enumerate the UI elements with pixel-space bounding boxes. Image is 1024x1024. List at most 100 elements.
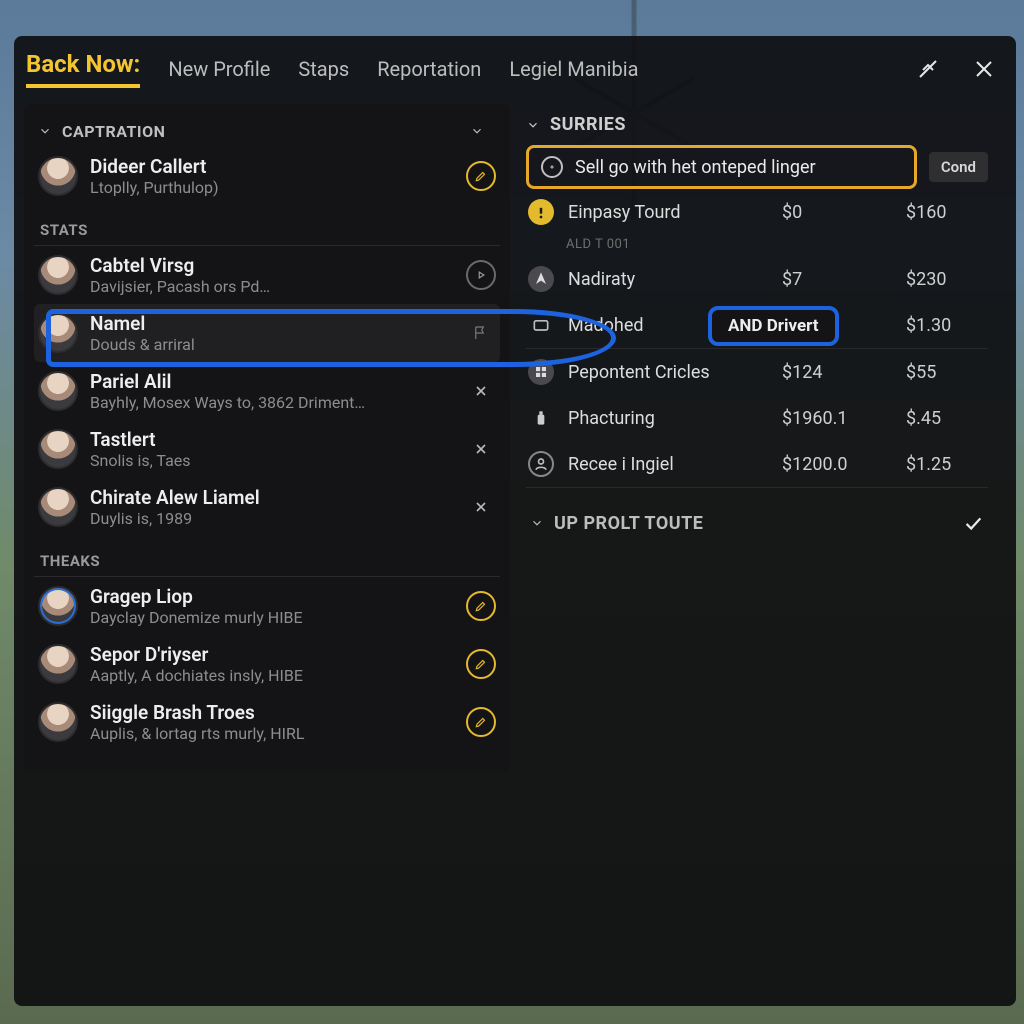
tab-reportation[interactable]: Reportation (377, 57, 481, 81)
section-up-prolt[interactable]: UP PROLT TOUTE (526, 488, 988, 558)
person-row[interactable]: Pariel Alil Bayhly, Mosex Ways to, 3862 … (34, 362, 500, 420)
person-name: Cabtel Virsg (90, 254, 454, 277)
cond-button[interactable]: Cond (929, 152, 988, 182)
user-icon (528, 451, 554, 477)
row-val-a: $1960.1 (782, 408, 892, 429)
person-featured[interactable]: Dideer Callert Ltoplly, Purthulop) (34, 147, 500, 205)
person-row[interactable]: Sepor D'riyser Aaptly, A dochiates insly… (34, 635, 500, 693)
card-icon (528, 312, 554, 338)
stat-row[interactable]: Nadiraty $7 $230 (526, 256, 988, 302)
row-val-b: $1.30 (906, 315, 986, 336)
play-icon[interactable] (466, 260, 496, 290)
chevron-down-icon (526, 116, 544, 134)
avatar (38, 702, 78, 742)
avatar (38, 255, 78, 295)
person-sub: Auplis, & lortag rts murly, HIRL (90, 724, 454, 743)
person-name: Dideer Callert (90, 155, 454, 178)
left-panel: CAPTRATION Dideer Callert Ltoplly, Purth… (24, 104, 510, 771)
row-val-a: $7 (782, 269, 892, 290)
edit-icon[interactable] (466, 591, 496, 621)
row-val-b: $160 (906, 202, 986, 223)
person-sub: Davijsier, Pacash ors Pd… (90, 277, 454, 296)
row-label: Recee i Ingiel (568, 454, 768, 475)
close-icon[interactable] (466, 376, 496, 406)
right-panel: SURRIES Sell go with het onteped linger … (522, 104, 1006, 771)
row-val-a: $1200.0 (782, 454, 892, 475)
person-sub: Aaptly, A dochiates insly, HIBE (90, 666, 454, 685)
person-sub: Ltoplly, Purthulop) (90, 178, 454, 197)
close-icon[interactable] (466, 434, 496, 464)
avatar (38, 429, 78, 469)
sell-label: Sell go with het onteped linger (575, 157, 816, 178)
row-val-b: $230 (906, 269, 986, 290)
chevron-down-icon (38, 123, 56, 141)
person-sub: Snolis is, Taes (90, 451, 454, 470)
tab-new-profile[interactable]: New Profile (168, 57, 270, 81)
stat-row[interactable]: Pepontent Cricles $124 $55 (526, 349, 988, 395)
stat-row[interactable]: Einpasy Tourd $0 $160 (526, 189, 988, 235)
info-icon (541, 156, 563, 178)
stat-row[interactable]: Recee i Ingiel $1200.0 $1.25 (526, 441, 988, 488)
edit-icon[interactable] (466, 707, 496, 737)
close-icon[interactable] (970, 55, 998, 83)
person-sub: Duylis is, 1989 (90, 509, 454, 528)
close-icon[interactable] (466, 492, 496, 522)
row-val-a: $0 (782, 202, 892, 223)
section-captration[interactable]: CAPTRATION (34, 114, 500, 147)
avatar (38, 487, 78, 527)
person-name: Siiggle Brash Troes (90, 701, 454, 724)
alert-icon (528, 199, 554, 225)
stat-row[interactable]: Phacturing $1960.1 $.45 (526, 395, 988, 441)
section-label: SURRIES (550, 114, 626, 135)
flag-icon[interactable] (466, 318, 496, 348)
person-name: Namel (90, 312, 454, 335)
section-theaks: THEAKS (34, 536, 500, 577)
sell-banner[interactable]: Sell go with het onteped linger (526, 145, 917, 189)
person-row[interactable]: Tastlert Snolis is, Taes (34, 420, 500, 478)
person-sub: Dayclay Donemize murly HIBE (90, 608, 454, 627)
avatar (38, 644, 78, 684)
row-val-b: $.45 (906, 408, 986, 429)
check-icon (962, 512, 984, 534)
share-icon[interactable] (914, 55, 942, 83)
avatar (38, 313, 78, 353)
nav-icon (528, 266, 554, 292)
person-row[interactable]: Siiggle Brash Troes Auplis, & lortag rts… (34, 693, 500, 751)
edit-icon[interactable] (466, 649, 496, 679)
highlight-and-pill: AND Drivert (708, 306, 839, 346)
sub-hint: ALD T 001 (526, 235, 988, 256)
person-row-selected[interactable]: Namel Douds & arriral (34, 304, 500, 362)
topbar: Back Now: New Profile Staps Reportation … (14, 36, 1016, 96)
person-sub: Bayhly, Mosex Ways to, 3862 Driment… (90, 393, 454, 412)
row-val-a: $124 (782, 362, 892, 383)
edit-icon[interactable] (466, 161, 496, 191)
person-row[interactable]: Chirate Alew Liamel Duylis is, 1989 (34, 478, 500, 536)
person-name: Sepor D'riyser (90, 643, 454, 666)
person-row[interactable]: Gragep Liop Dayclay Donemize murly HIBE (34, 577, 500, 635)
avatar (38, 371, 78, 411)
section-stats: STATS (34, 205, 500, 246)
person-name: Gragep Liop (90, 585, 454, 608)
row-label: Einpasy Tourd (568, 202, 768, 223)
section-surries[interactable]: SURRIES (526, 108, 988, 145)
person-name: Chirate Alew Liamel (90, 486, 454, 509)
tab-staps[interactable]: Staps (298, 57, 349, 81)
tab-back-now[interactable]: Back Now: (26, 50, 140, 88)
section-label: CAPTRATION (62, 122, 165, 141)
section-label: UP PROLT TOUTE (554, 513, 703, 534)
grid-icon (528, 359, 554, 385)
row-label: Pepontent Cricles (568, 362, 768, 383)
row-label: Nadiraty (568, 269, 768, 290)
person-row[interactable]: Cabtel Virsg Davijsier, Pacash ors Pd… (34, 246, 500, 304)
chevron-down-icon (530, 514, 548, 532)
person-name: Pariel Alil (90, 370, 454, 393)
tab-legiel[interactable]: Legiel Manibia (509, 57, 638, 81)
main-window: Back Now: New Profile Staps Reportation … (14, 36, 1016, 1006)
row-val-b: $1.25 (906, 454, 986, 475)
bottle-icon (528, 405, 554, 431)
avatar (38, 586, 78, 626)
row-label: Phacturing (568, 408, 768, 429)
avatar (38, 156, 78, 196)
chevron-down-icon[interactable] (470, 123, 488, 141)
person-sub: Douds & arriral (90, 335, 454, 354)
